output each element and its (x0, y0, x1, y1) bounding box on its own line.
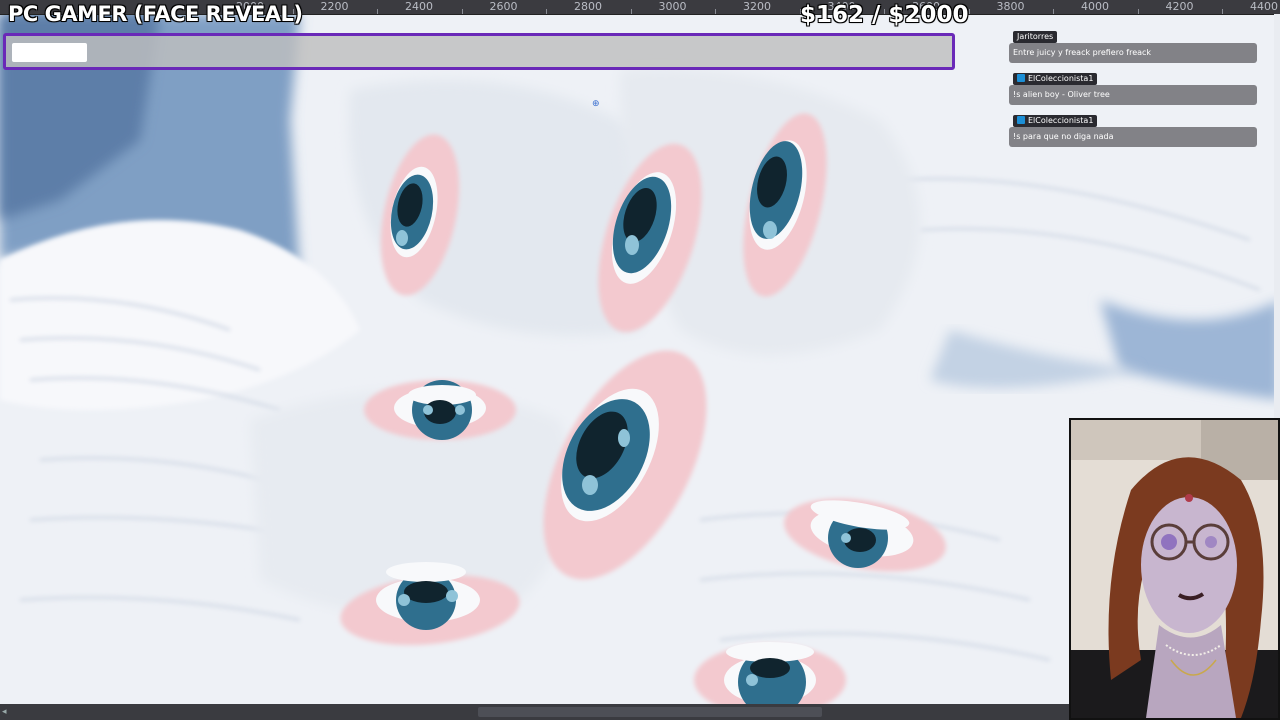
horizontal-scroll-thumb[interactable] (478, 707, 822, 717)
ruler-tick (1222, 9, 1223, 14)
webcam-image (1071, 420, 1278, 718)
chat-overlay: Jaritorres Entre juicy y freack prefiero… (1009, 24, 1257, 150)
vertical-scrollbar[interactable] (1274, 14, 1280, 418)
webcam-feed (1069, 418, 1280, 720)
ruler-label: 3200 (743, 0, 771, 13)
ruler-tick (1053, 9, 1054, 14)
donation-goal-text: $162 / $2000 (800, 2, 969, 28)
stream-overlay: 2000 2200 2400 2600 2800 3000 3200 3400 3600 3800… (0, 0, 1280, 720)
ruler-label: 2800 (574, 0, 602, 13)
ruler-label: 4400 (1250, 0, 1278, 13)
ruler-tick (377, 9, 378, 14)
chat-username: Jaritorres (1013, 31, 1058, 43)
chat-message: ElColeccionista1 !s alien boy - Oliver t… (1009, 66, 1257, 105)
chat-message: ElColeccionista1 !s para que no diga nad… (1009, 108, 1257, 147)
crosshair-cursor-icon: ⊕ (592, 99, 600, 109)
ruler-label: 3800 (996, 0, 1025, 13)
subscriber-badge-icon (1017, 74, 1025, 82)
chat-message-text: !s alien boy - Oliver tree (1009, 85, 1257, 105)
chat-username: ElColeccionista1 (1013, 73, 1098, 85)
ruler-tick (630, 9, 632, 14)
ruler-tick (715, 9, 716, 14)
donation-goal-fill (12, 43, 87, 62)
ruler-label: 2600 (489, 0, 518, 13)
arrow-left-icon[interactable]: ◂ (2, 707, 12, 717)
ruler-tick (1137, 9, 1139, 14)
chat-message: Jaritorres Entre juicy y freack prefiero… (1009, 24, 1257, 63)
ruler-label: 2200 (320, 0, 349, 13)
ruler-label: 4200 (1165, 0, 1194, 13)
ruler-label: 4000 (1081, 0, 1109, 13)
chat-message-text: Entre juicy y freack prefiero freack (1009, 43, 1257, 63)
horizontal-scrollbar[interactable]: ◂ (0, 704, 1069, 720)
ruler-label: 3000 (658, 0, 687, 13)
chat-message-text: !s para que no diga nada (1009, 127, 1257, 147)
chat-username: ElColeccionista1 (1013, 115, 1098, 127)
ruler-tick (461, 9, 463, 14)
ruler-label: 2400 (405, 0, 433, 13)
subscriber-badge-icon (1017, 116, 1025, 124)
donation-goal-bar (3, 33, 955, 70)
ruler-tick (968, 9, 970, 14)
stream-title: PC GAMER (FACE REVEAL) (8, 2, 303, 26)
ruler-tick (546, 9, 547, 14)
